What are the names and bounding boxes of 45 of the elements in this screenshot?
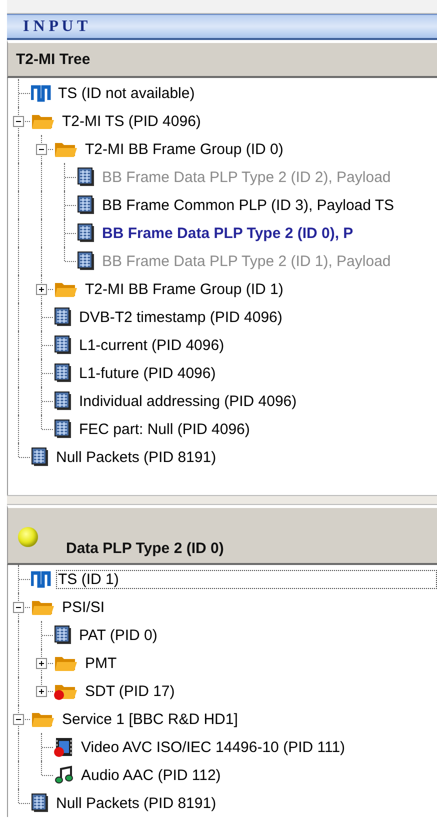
document-grid-icon (77, 223, 95, 243)
panel-heading: Data PLP Type 2 (ID 0) (66, 540, 224, 557)
tree-item[interactable]: BB Frame Common PLP (ID 3), Payload TS (100, 196, 396, 214)
document-grid-icon (54, 307, 72, 327)
tree-item[interactable]: Null Packets (PID 8191) (54, 794, 218, 812)
collapse-toggle[interactable] (13, 602, 24, 613)
tree-item[interactable]: PAT (PID 0) (77, 626, 160, 644)
panel-heading: T2-MI Tree (16, 51, 90, 68)
document-grid-icon (54, 419, 72, 439)
document-grid-icon (77, 195, 95, 215)
tree-item[interactable]: FEC part: Null (PID 4096) (77, 420, 252, 438)
expand-toggle[interactable] (36, 686, 47, 697)
folder-icon (31, 112, 55, 130)
document-grid-icon (31, 447, 49, 467)
expand-toggle[interactable] (36, 658, 47, 669)
tree-item[interactable]: PMT (83, 654, 119, 672)
collapse-toggle[interactable] (13, 714, 24, 725)
document-grid-icon (77, 251, 95, 271)
tree-item[interactable]: TS (ID not available) (56, 84, 197, 102)
square-wave-icon (31, 84, 51, 102)
tree-item[interactable]: SDT (PID 17) (83, 682, 177, 700)
tree-item[interactable]: TS (ID 1) (56, 570, 437, 588)
tree-item[interactable]: T2-MI TS (PID 4096) (60, 112, 203, 130)
tree-item[interactable]: Null Packets (PID 8191) (54, 448, 218, 466)
tree-item[interactable]: Video AVC ISO/IEC 14496-10 (PID 111) (79, 738, 348, 756)
tree-item[interactable]: Audio AAC (PID 112) (79, 766, 223, 784)
document-grid-icon (54, 335, 72, 355)
panel-title: I N P U T (23, 18, 88, 36)
expand-toggle[interactable] (36, 284, 47, 295)
tree-item[interactable]: Service 1 [BBC R&D HD1] (60, 710, 240, 728)
tree-item[interactable]: BB Frame Data PLP Type 2 (ID 0), P (100, 224, 356, 242)
document-grid-icon (54, 363, 72, 383)
folder-icon (54, 280, 78, 298)
document-grid-icon (77, 167, 95, 187)
tree-item[interactable]: T2-MI BB Frame Group (ID 0) (83, 140, 286, 158)
tree-item[interactable]: Individual addressing (PID 4096) (77, 392, 299, 410)
collapse-toggle[interactable] (13, 116, 24, 127)
tree-item[interactable]: PSI/SI (60, 598, 107, 616)
document-grid-icon (54, 391, 72, 411)
folder-icon (54, 140, 78, 158)
tree-item[interactable]: L1-future (PID 4096) (77, 364, 218, 382)
tree-item[interactable]: T2-MI BB Frame Group (ID 1) (83, 280, 286, 298)
tree-item[interactable]: L1-current (PID 4096) (77, 336, 226, 354)
tree-item[interactable]: DVB-T2 timestamp (PID 4096) (77, 308, 284, 326)
collapse-toggle[interactable] (36, 144, 47, 155)
